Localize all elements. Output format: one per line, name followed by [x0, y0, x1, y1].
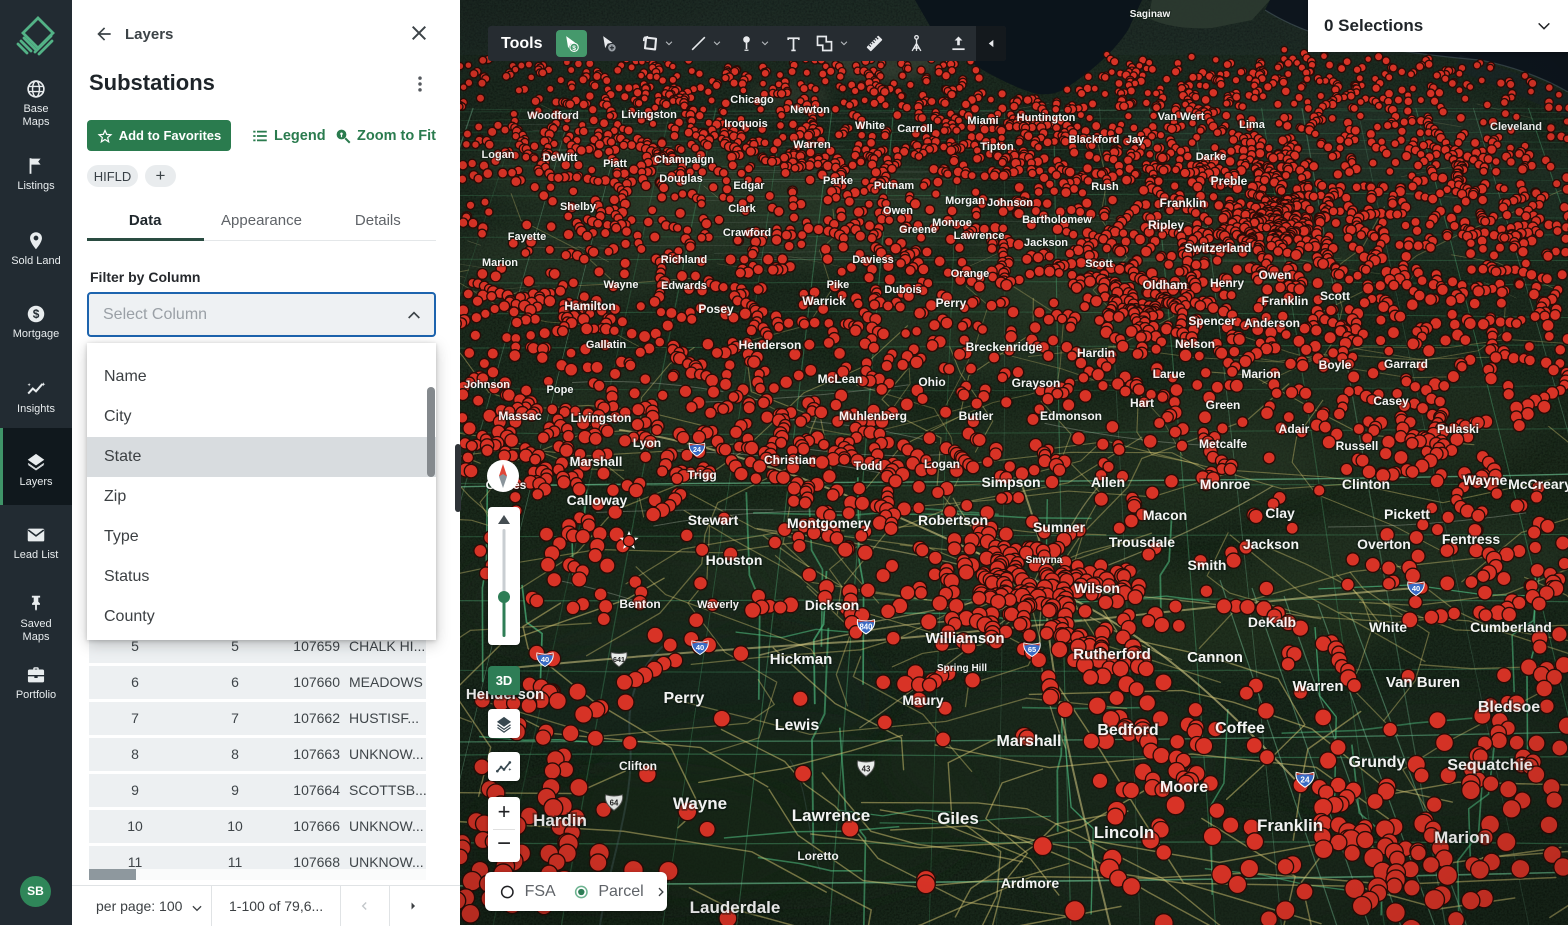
svg-text:$: $	[33, 307, 40, 321]
svg-text:$: $	[572, 44, 576, 51]
